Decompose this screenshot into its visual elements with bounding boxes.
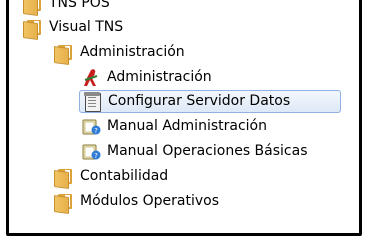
tree-item-administracion-app[interactable]: Administración (81, 66, 216, 89)
admin-app-icon (81, 68, 101, 88)
folder-icon (23, 0, 43, 16)
tree-item-tns-pos[interactable]: TNS POS (23, 0, 114, 16)
tree-item-manual-operaciones-basicas[interactable]: ? Manual Operaciones Básicas (81, 140, 312, 163)
help-manual-icon: ? (81, 142, 101, 162)
svg-text:?: ? (94, 127, 98, 135)
tree-item-label: Configurar Servidor Datos (108, 93, 291, 109)
tree-item-label: Manual Administración (107, 118, 267, 134)
tree-item-label: Contabilidad (80, 168, 169, 184)
help-manual-icon: ? (81, 117, 101, 137)
tree-item-configurar-servidor-datos[interactable]: Configurar Servidor Datos (79, 90, 341, 113)
tree-item-label: Módulos Operativos (80, 193, 219, 209)
tree-item-label: Manual Operaciones Básicas (107, 143, 308, 159)
folder-icon (23, 18, 43, 40)
svg-text:?: ? (94, 152, 98, 160)
tree-item-label: TNS POS (49, 0, 110, 11)
tree-item-label: Visual TNS (49, 19, 124, 35)
start-menu-program-tree: TNS POS Visual TNS Administración Admini… (6, 0, 362, 236)
program-tree: TNS POS Visual TNS Administración Admini… (9, 0, 359, 233)
tree-item-manual-administracion[interactable]: ? Manual Administración (81, 115, 271, 138)
folder-icon (54, 192, 74, 214)
tree-item-label: Administración (80, 44, 185, 60)
tree-item-contabilidad[interactable]: Contabilidad (54, 165, 172, 189)
tree-item-modulos-operativos[interactable]: Módulos Operativos (54, 190, 223, 214)
folder-icon (54, 43, 74, 65)
tree-item-visual-tns[interactable]: Visual TNS (23, 16, 127, 40)
tree-item-administracion-folder[interactable]: Administración (54, 41, 189, 65)
config-document-icon (82, 91, 102, 112)
folder-icon (54, 167, 74, 189)
tree-item-label: Administración (107, 69, 212, 85)
